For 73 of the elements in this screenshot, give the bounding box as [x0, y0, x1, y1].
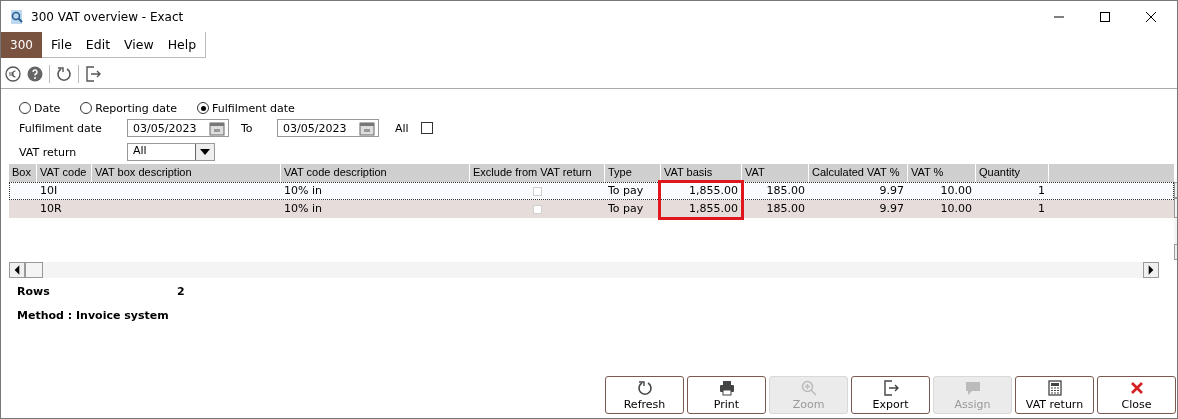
company-badge: 300	[1, 32, 42, 58]
column-header[interactable]: VAT %	[908, 164, 975, 182]
column-header[interactable]: VAT code	[37, 164, 91, 182]
table-row[interactable]	[9, 182, 1174, 200]
column-header[interactable]: VAT box description	[92, 164, 280, 182]
column-header[interactable]: VAT code description	[281, 164, 469, 182]
table-cell-text: 10I	[39, 183, 59, 199]
checkbox[interactable]	[420, 122, 433, 134]
table-cell-text: 10% in	[283, 201, 323, 217]
radio-button[interactable]: Reporting date	[80, 101, 178, 115]
scroll-left-icon[interactable]	[9, 262, 25, 278]
table-cell-text: 10R	[39, 201, 63, 217]
euro-icon[interactable]	[5, 66, 21, 82]
date-field[interactable]: 03/05/2023	[277, 119, 379, 137]
action-button[interactable]: VAT return	[1015, 376, 1094, 414]
rows-label: Rows	[17, 284, 51, 298]
field-label: All	[394, 121, 410, 135]
printer-icon	[718, 379, 735, 396]
column-header[interactable]: Calculated VAT %	[809, 164, 907, 182]
refresh-icon[interactable]	[56, 66, 72, 82]
table-cell-text: 10.00	[939, 183, 973, 199]
field-label: VAT return	[19, 145, 78, 159]
zoom-in-icon	[800, 379, 817, 396]
export-icon	[882, 379, 899, 396]
radio-button[interactable]: Fulfilment date	[197, 101, 295, 115]
calendar-icon[interactable]	[359, 120, 375, 136]
speech-bubble-icon	[964, 379, 981, 396]
help-icon[interactable]	[27, 66, 43, 82]
column-header[interactable]: VAT	[742, 164, 808, 182]
date-field[interactable]: 03/05/2023	[127, 119, 229, 137]
menu-item[interactable]: View	[115, 37, 159, 52]
action-button[interactable]: Print	[687, 376, 766, 414]
table-cell-text: 1	[1037, 201, 1046, 217]
search-icon	[9, 8, 25, 25]
column-header[interactable]: Type	[605, 164, 660, 182]
table-cell-text: 1,855.00	[688, 183, 739, 199]
field-label: Fulfilment date	[19, 121, 103, 135]
table-cell-text: To pay	[607, 201, 645, 217]
close-icon	[1128, 379, 1145, 396]
column-header[interactable]: Exclude from VAT return	[470, 164, 604, 182]
table-cell-text: 1	[1037, 183, 1046, 199]
close-icon[interactable]	[1145, 10, 1157, 23]
menu-item[interactable]: File	[41, 37, 77, 52]
rows-count: 2	[177, 284, 185, 298]
maximize-icon[interactable]	[1099, 10, 1111, 23]
table-cell-text: 9.97	[878, 201, 905, 217]
refresh-icon	[636, 379, 653, 396]
method-text: Method : Invoice system	[17, 308, 169, 322]
caret-icon[interactable]	[200, 149, 210, 155]
table-cell-text: 9.97	[878, 183, 905, 199]
table-cell-text: To pay	[607, 183, 645, 199]
scroll-right-icon[interactable]	[1143, 262, 1159, 278]
field-label: To	[240, 121, 254, 135]
radio-button[interactable]: Date	[19, 101, 61, 115]
action-button[interactable]: Refresh	[605, 376, 684, 414]
action-button[interactable]: Close	[1097, 376, 1176, 414]
menu-item[interactable]: Edit	[76, 37, 116, 52]
window-title: 300 VAT overview - Exact	[31, 9, 184, 24]
menu-item[interactable]: Help	[158, 37, 202, 52]
table-cell-text: 185.00	[765, 183, 806, 199]
table-cell-text: 1,855.00	[688, 201, 739, 217]
exit-icon[interactable]	[85, 66, 101, 82]
horizontal-scrollbar[interactable]	[9, 262, 1159, 278]
table-cell-text: 10% in	[283, 183, 323, 199]
table-cell-text: 10.00	[939, 201, 973, 217]
table-cell-text: 185.00	[765, 201, 806, 217]
calendar-icon[interactable]	[209, 120, 225, 136]
table-row[interactable]	[9, 200, 1174, 218]
action-button[interactable]: Export	[851, 376, 930, 414]
vat-return-dropdown[interactable]: All	[127, 143, 215, 161]
column-header[interactable]: Box	[9, 164, 36, 182]
calculator-icon	[1046, 379, 1063, 396]
column-header[interactable]: Quantity	[976, 164, 1048, 182]
